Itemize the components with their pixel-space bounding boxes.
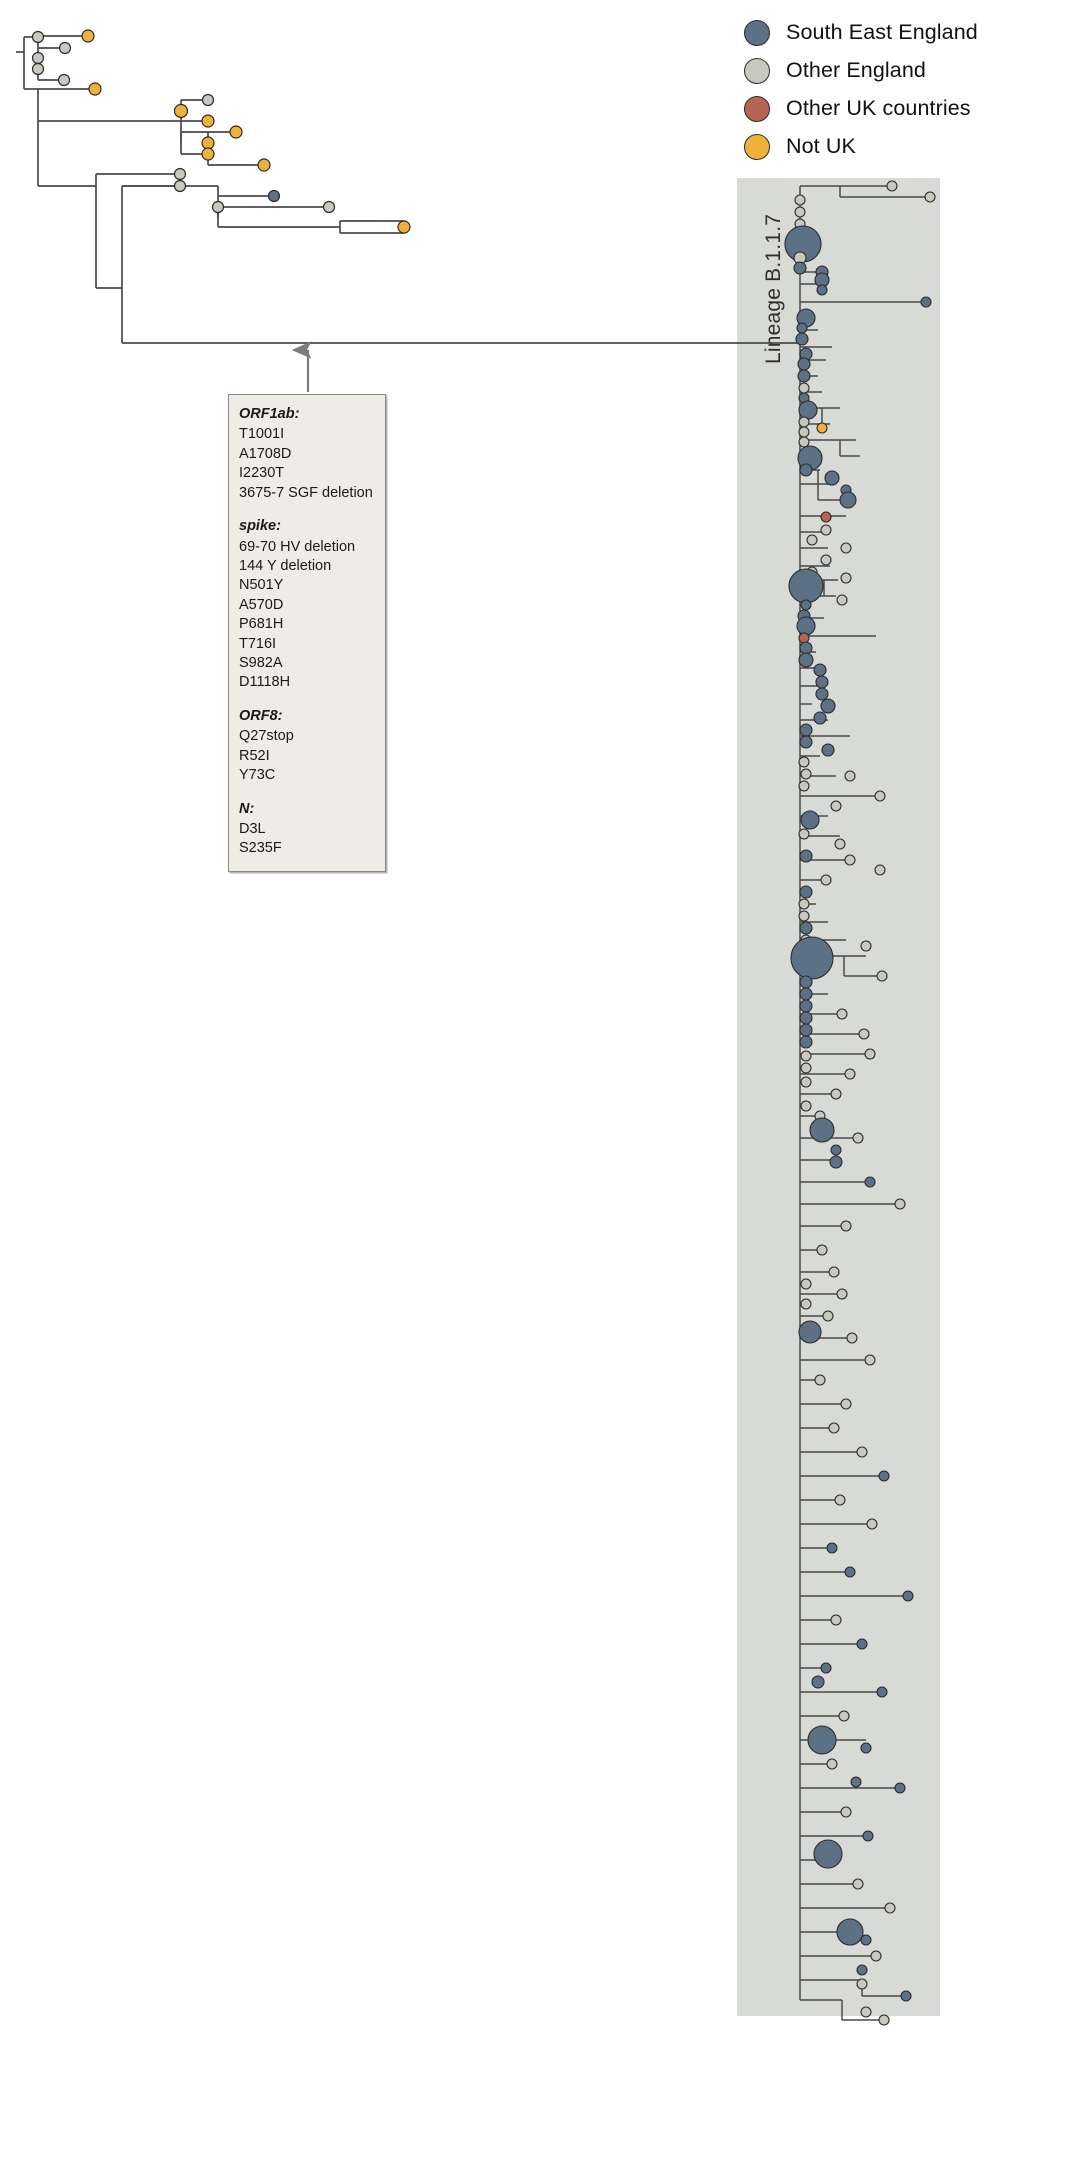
mutation-item: S235F [239, 840, 282, 857]
mutation-item: R52I [239, 747, 270, 764]
legend-item-label: Not UK [786, 134, 856, 159]
phylogenetic-tree-figure: Lineage B.1.1.7 South East England Other… [0, 0, 1080, 2173]
mutation-gene-label: spike: [239, 518, 281, 535]
legend-item-not-uk[interactable]: Not UK [744, 128, 1074, 166]
legend-item-label: South East England [786, 20, 978, 45]
mutation-item: 69-70 HV deletion [239, 538, 356, 555]
mutation-item: P681H [239, 616, 284, 633]
lineage-panel-label-text: Lineage B.1.1.7 [762, 213, 785, 364]
mutation-callout-box: ORF1ab: T1001I A1708D I2230T 3675-7 SGF … [228, 394, 386, 872]
mutation-item: 144 Y deletion [239, 557, 332, 574]
lineage-panel-label: Lineage B.1.1.7 [738, 186, 785, 366]
mutation-item: I2230T [239, 465, 285, 482]
mutation-group-n: N: D3L S235F [239, 800, 375, 859]
legend-item-south-east-england[interactable]: South East England [744, 14, 1074, 52]
mutation-group-spike: spike: 69-70 HV deletion 144 Y deletion … [239, 517, 375, 693]
legend-item-other-england[interactable]: Other England [744, 52, 1074, 90]
mutation-item: T716I [239, 635, 277, 652]
legend: South East England Other England Other U… [744, 14, 1074, 166]
legend-swatch-icon [744, 58, 770, 84]
legend-item-other-uk-countries[interactable]: Other UK countries [744, 90, 1074, 128]
mutation-item: N501Y [239, 577, 284, 594]
mutation-gene-label: ORF1ab: [239, 406, 300, 422]
mutation-group-orf1ab: ORF1ab: T1001I A1708D I2230T 3675-7 SGF … [239, 405, 375, 503]
legend-swatch-icon [744, 134, 770, 160]
mutation-item: D1118H [239, 674, 291, 691]
mutation-item: Y73C [239, 767, 276, 784]
mutation-gene-label: ORF8: [239, 707, 283, 724]
legend-item-label: Other UK countries [786, 96, 971, 121]
backbone-tree [16, 35, 800, 344]
legend-item-label: Other England [786, 58, 926, 83]
mutation-item: Q27stop [239, 728, 294, 745]
mutation-item: S982A [239, 655, 283, 672]
mutation-item: 3675-7 SGF deletion [239, 484, 373, 501]
mutation-item: A1708D [239, 445, 292, 462]
legend-swatch-icon [744, 20, 770, 46]
mutation-gene-label: N: [239, 800, 255, 817]
legend-swatch-icon [744, 96, 770, 122]
mutation-item: A570D [239, 596, 284, 613]
mutation-item: D3L [239, 821, 266, 838]
tree-canvas [16, 29, 940, 2026]
mutation-group-orf8: ORF8: Q27stop R52I Y73C [239, 707, 375, 786]
mutation-item: T1001I [239, 426, 285, 443]
